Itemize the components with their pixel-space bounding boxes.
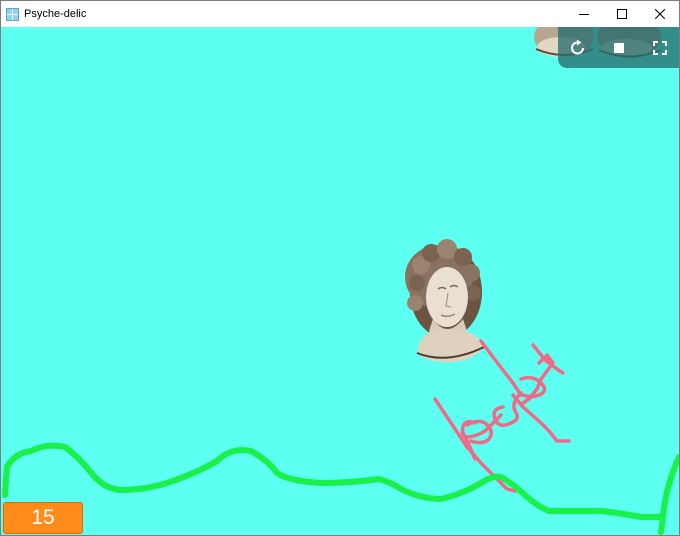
title-bar: Psyche-delic [1,1,679,27]
fullscreen-button[interactable] [648,36,672,60]
restart-button[interactable] [566,36,590,60]
statue-head [405,239,485,363]
maximize-icon [617,9,627,19]
window-controls [565,1,679,27]
stop-icon [614,43,624,53]
app-icon [6,7,19,21]
maximize-button[interactable] [603,1,641,27]
minimize-button[interactable] [565,1,603,27]
score-display: 15 [3,502,83,534]
game-canvas [2,27,679,535]
restart-icon [571,39,584,55]
minimize-icon [579,14,589,15]
window-title: Psyche-delic [24,8,87,20]
close-icon [655,9,665,19]
stop-button[interactable] [607,36,631,60]
fullscreen-icon [653,41,667,55]
ground-line [2,442,679,535]
close-button[interactable] [641,1,679,27]
game-stage[interactable]: 15 [1,27,679,535]
player-controls [558,27,679,68]
game-window: Psyche-delic 15 [0,0,680,536]
pink-trail [433,339,571,493]
